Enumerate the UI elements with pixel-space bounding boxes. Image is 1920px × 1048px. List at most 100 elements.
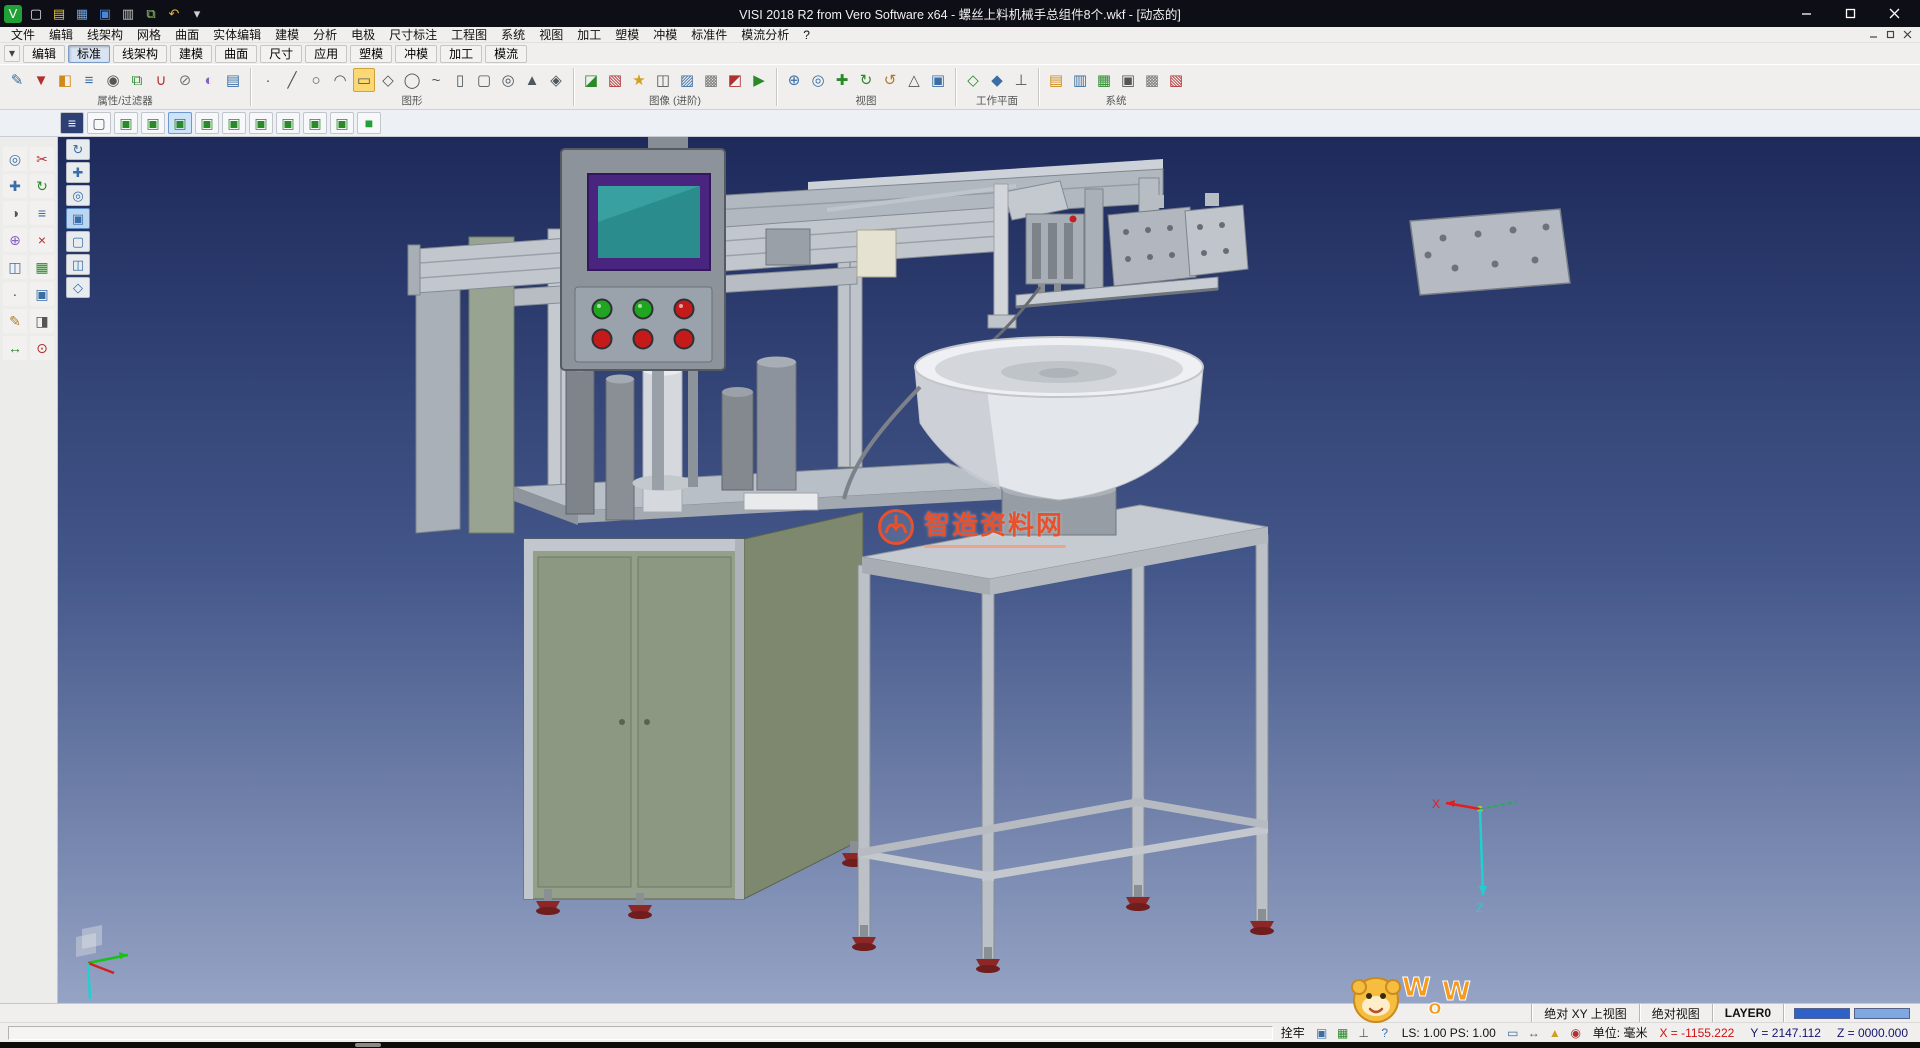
bottom-view-icon[interactable]: ▣ — [276, 112, 300, 134]
right-view-icon[interactable]: ▣ — [195, 112, 219, 134]
attribute-edit-icon[interactable]: ✎ — [6, 68, 28, 92]
measure-unit-icon[interactable]: ↔ — [1525, 1025, 1543, 1041]
layer-color-bar-1[interactable] — [1794, 1008, 1850, 1019]
point-icon[interactable]: ∙ — [3, 282, 27, 306]
screen-config-icon[interactable]: ▭ — [1504, 1025, 1522, 1041]
ribbon-tab[interactable]: 塑模 — [350, 45, 392, 63]
menu-item[interactable]: 模流分析 — [734, 27, 796, 43]
shade-icon[interactable]: ◑ — [3, 201, 27, 225]
ortho-mode-icon[interactable]: ⊥ — [1355, 1025, 1373, 1041]
animation-icon[interactable]: ▶ — [748, 68, 770, 92]
iso-rear-view-icon[interactable]: ▣ — [303, 112, 327, 134]
help-icon[interactable]: ? — [1376, 1025, 1394, 1041]
workplane-create-icon[interactable]: ◇ — [962, 68, 984, 92]
lock-toggle[interactable]: 拴牢 — [1281, 1024, 1305, 1041]
wireframe-view-icon[interactable]: ▢ — [87, 112, 111, 134]
copy-attributes-icon[interactable]: ⧉ — [126, 68, 148, 92]
refresh-icon[interactable]: ⊙ — [30, 336, 54, 360]
paint-properties-icon[interactable]: ◐ — [198, 68, 220, 92]
menu-item[interactable]: 冲模 — [646, 27, 684, 43]
layers-icon[interactable]: ≡ — [30, 201, 54, 225]
layer-color-bar-2[interactable] — [1854, 1008, 1910, 1019]
pattern-icon[interactable]: ▩ — [1141, 68, 1163, 92]
ribbon-tab[interactable]: 编辑 — [23, 45, 65, 63]
view-mode-readout[interactable]: 绝对 XY 上视图 — [1531, 1004, 1638, 1022]
shaded-view-icon[interactable]: ■ — [357, 112, 381, 134]
menu-item[interactable]: 曲面 — [168, 27, 206, 43]
copy-icon[interactable]: ⧉ — [142, 5, 160, 23]
menu-item[interactable]: 工程图 — [444, 27, 494, 43]
arc-tool-icon[interactable]: ◠ — [329, 68, 351, 92]
undo-icon[interactable]: ↶ — [165, 5, 183, 23]
background-icon[interactable]: ▩ — [700, 68, 722, 92]
texture-icon[interactable]: ▧ — [604, 68, 626, 92]
display-settings-icon[interactable]: ▥ — [1069, 68, 1091, 92]
snapshot-icon[interactable]: ◩ — [724, 68, 746, 92]
grid-icon[interactable]: ▦ — [30, 255, 54, 279]
save-icon[interactable]: ▣ — [96, 5, 114, 23]
box-tool-icon[interactable]: ▢ — [473, 68, 495, 92]
hidden-line-icon[interactable]: ◫ — [66, 254, 90, 275]
ribbon-tab[interactable]: 模流 — [485, 45, 527, 63]
grid-settings-icon[interactable]: ▦ — [1093, 68, 1115, 92]
viewport-3d[interactable]: X Z ↻✚◎▣▢◫◇ 智造资料网 — [0, 137, 1920, 1003]
iso-view-icon[interactable]: ▣ — [114, 112, 138, 134]
shadow-icon[interactable]: ◫ — [652, 68, 674, 92]
perspective-icon[interactable]: ◇ — [66, 277, 90, 298]
menu-item[interactable]: 尺寸标注 — [382, 27, 444, 43]
magnet-snap-icon[interactable]: ∪ — [150, 68, 172, 92]
model-cabinet[interactable] — [524, 512, 866, 919]
abs-view-readout[interactable]: 绝对视图 — [1639, 1004, 1712, 1022]
system-settings-icon[interactable]: ▣ — [1117, 68, 1139, 92]
snap-lock-icon[interactable]: ▣ — [1313, 1025, 1331, 1041]
dynamic-rotate-icon[interactable]: ↻ — [66, 139, 90, 160]
menu-item[interactable]: 标准件 — [684, 27, 734, 43]
dynamic-view-icon[interactable]: △ — [903, 68, 925, 92]
selection-filter-icon[interactable]: ▼ — [30, 68, 52, 92]
qat-menu-caret[interactable]: ▾ — [188, 5, 206, 23]
layer-list-icon[interactable]: ≡ — [78, 68, 100, 92]
sketch-icon[interactable]: ✎ — [3, 309, 27, 333]
ribbon-tab[interactable]: 标准 — [68, 45, 110, 63]
new-file-icon[interactable]: ▢ — [27, 5, 45, 23]
mirror-icon[interactable]: ◫ — [3, 255, 27, 279]
spline-tool-icon[interactable]: ~ — [425, 68, 447, 92]
menu-item[interactable]: ? — [796, 27, 817, 43]
zoom-window-icon[interactable]: ◎ — [807, 68, 829, 92]
full-screen-icon[interactable]: ▣ — [927, 68, 949, 92]
profile-tool-icon[interactable]: ◈ — [545, 68, 567, 92]
dynamic-pan-icon[interactable]: ✚ — [66, 162, 90, 183]
performance-icon[interactable]: ▧ — [1165, 68, 1187, 92]
rotate-view-icon[interactable]: ↻ — [855, 68, 877, 92]
material-icon[interactable]: ▨ — [676, 68, 698, 92]
import-icon[interactable]: ▦ — [73, 5, 91, 23]
stretch-icon[interactable]: ↔ — [3, 336, 27, 360]
erase-icon[interactable]: × — [30, 228, 54, 252]
lock-filter-icon[interactable]: ⊘ — [174, 68, 196, 92]
ribbon-tab[interactable]: 线架构 — [113, 45, 167, 63]
left-view-icon[interactable]: ▣ — [222, 112, 246, 134]
sphere-tool-icon[interactable]: ◎ — [497, 68, 519, 92]
render-icon[interactable]: ◪ — [580, 68, 602, 92]
workplane-align-icon[interactable]: ◆ — [986, 68, 1008, 92]
color-swatch-icon[interactable]: ◧ — [54, 68, 76, 92]
close-button[interactable] — [1872, 0, 1916, 27]
ribbon-tab[interactable]: 建模 — [170, 45, 212, 63]
visibility-eye-icon[interactable]: ◉ — [102, 68, 124, 92]
print-icon[interactable]: ▥ — [119, 5, 137, 23]
grid-snap-icon[interactable]: ▦ — [1334, 1025, 1352, 1041]
trim-icon[interactable]: ✂ — [30, 147, 54, 171]
axonometric-view-icon[interactable]: ▣ — [330, 112, 354, 134]
zoom-select-icon[interactable]: ◎ — [3, 147, 27, 171]
menu-item[interactable]: 文件 — [4, 27, 42, 43]
menu-item[interactable]: 电极 — [344, 27, 382, 43]
ribbon-tab[interactable]: 冲模 — [395, 45, 437, 63]
zoom-extents-icon[interactable]: ⊕ — [783, 68, 805, 92]
menu-item[interactable]: 实体编辑 — [206, 27, 268, 43]
top-view-icon[interactable]: ▣ — [141, 112, 165, 134]
rotate-icon[interactable]: ↻ — [30, 174, 54, 198]
menu-item[interactable]: 分析 — [306, 27, 344, 43]
lighting-icon[interactable]: ★ — [628, 68, 650, 92]
solid-icon[interactable]: ▣ — [30, 282, 54, 306]
menu-item[interactable]: 塑模 — [608, 27, 646, 43]
